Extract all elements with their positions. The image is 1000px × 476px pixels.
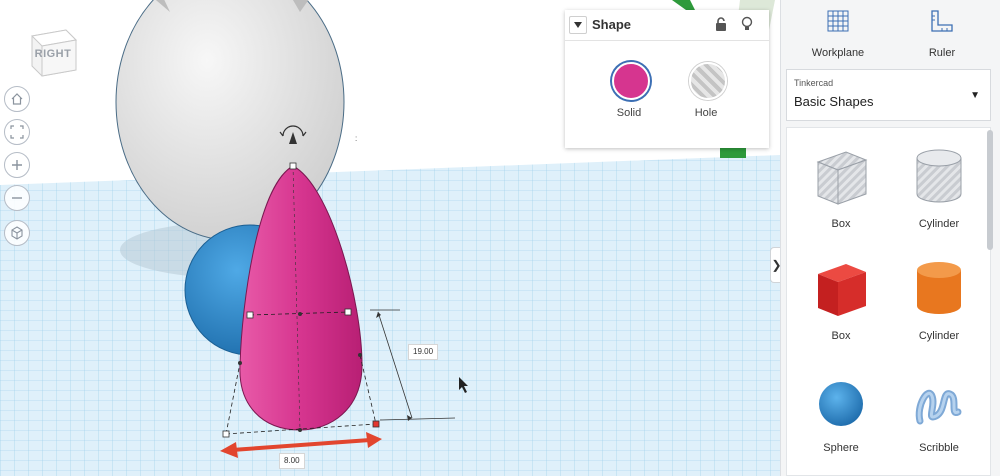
workplane-button[interactable]: Workplane [793,8,883,64]
shape-tile-scribble[interactable]: Scribble [891,358,987,466]
home-view-icon [11,93,23,105]
chevron-down-icon: ▼ [970,90,980,101]
solid-label: Solid [616,107,642,119]
corner-handle-active [372,420,380,428]
lock-icon[interactable] [713,16,729,32]
shape-tile-sphere[interactable]: Sphere [793,358,889,466]
box-hole-icon [816,151,868,205]
view-cube[interactable]: RIGHT [26,26,80,80]
fit-all-icon [10,125,24,139]
shape-panel-header: Shape [565,10,769,41]
solid-color-swatch[interactable] [612,62,650,100]
shape-label: Cylinder [918,330,960,342]
ortho-view-button[interactable] [4,220,30,246]
shape-label: Cylinder [918,218,960,230]
shape-label: Box [831,218,851,230]
height-dimension-label[interactable]: 19.00 [408,344,439,360]
library-brand: Tinkercad [794,78,834,88]
ruler-button[interactable]: Ruler [897,8,987,64]
shapes-grid: Box Cylinder Box Cylinder Sphere Scribbl… [786,127,991,476]
shape-tile-box[interactable]: Box [793,246,889,354]
shape-tile-cylinder-hole[interactable]: Cylinder [891,134,987,242]
scribble-icon [915,390,962,425]
hole-swatch[interactable] [689,62,727,100]
cylinder-icon [917,262,961,314]
side-handle-right [344,308,352,316]
top-height-handle [289,162,297,170]
home-view-button[interactable] [4,86,30,112]
shape-inspector-panel: Shape Solid Hole [565,10,769,148]
side-handle-left [246,311,254,319]
zoom-in-icon [12,160,22,170]
collapse-panel-button[interactable] [569,16,587,34]
ruler-icon [931,10,953,32]
3d-viewport[interactable]: : RIGHT 19.00 8.00 Shape Solid Hole [0,0,780,476]
sphere-icon [819,382,863,426]
shape-tile-box-hole[interactable]: Box [793,134,889,242]
zoom-out-button[interactable] [4,185,30,211]
cylinder-hole-icon [916,149,962,203]
ruler-label: Ruler [928,47,956,59]
fit-all-button[interactable] [4,119,30,145]
caret-down-icon [574,22,582,28]
view-cube-face-label: RIGHT [34,48,72,60]
shape-label: Scribble [919,442,959,454]
workplane-label: Workplane [811,47,865,59]
shape-library-dropdown[interactable]: Tinkercad Basic Shapes ▼ [786,69,991,121]
lightbulb-icon[interactable] [739,16,755,32]
corner-handle-left [222,430,230,438]
svg-text::: : [355,134,357,143]
shape-panel-title: Shape [592,17,632,32]
width-dimension-label[interactable]: 8.00 [279,453,305,469]
shape-label: Sphere [823,442,859,454]
shapes-sidebar: Workplane Ruler Tinkercad Basic Shapes ▼… [780,0,1000,476]
shape-label: Box [831,330,851,342]
workplane-icon [827,10,849,32]
ortho-view-icon [11,226,23,240]
shapes-scrollbar[interactable] [987,130,993,250]
zoom-out-icon [12,197,22,199]
zoom-in-button[interactable] [4,152,30,178]
hole-label: Hole [694,107,718,119]
shape-tile-cylinder[interactable]: Cylinder [891,246,987,354]
library-selected-value: Basic Shapes [794,94,874,109]
box-icon [818,264,866,316]
